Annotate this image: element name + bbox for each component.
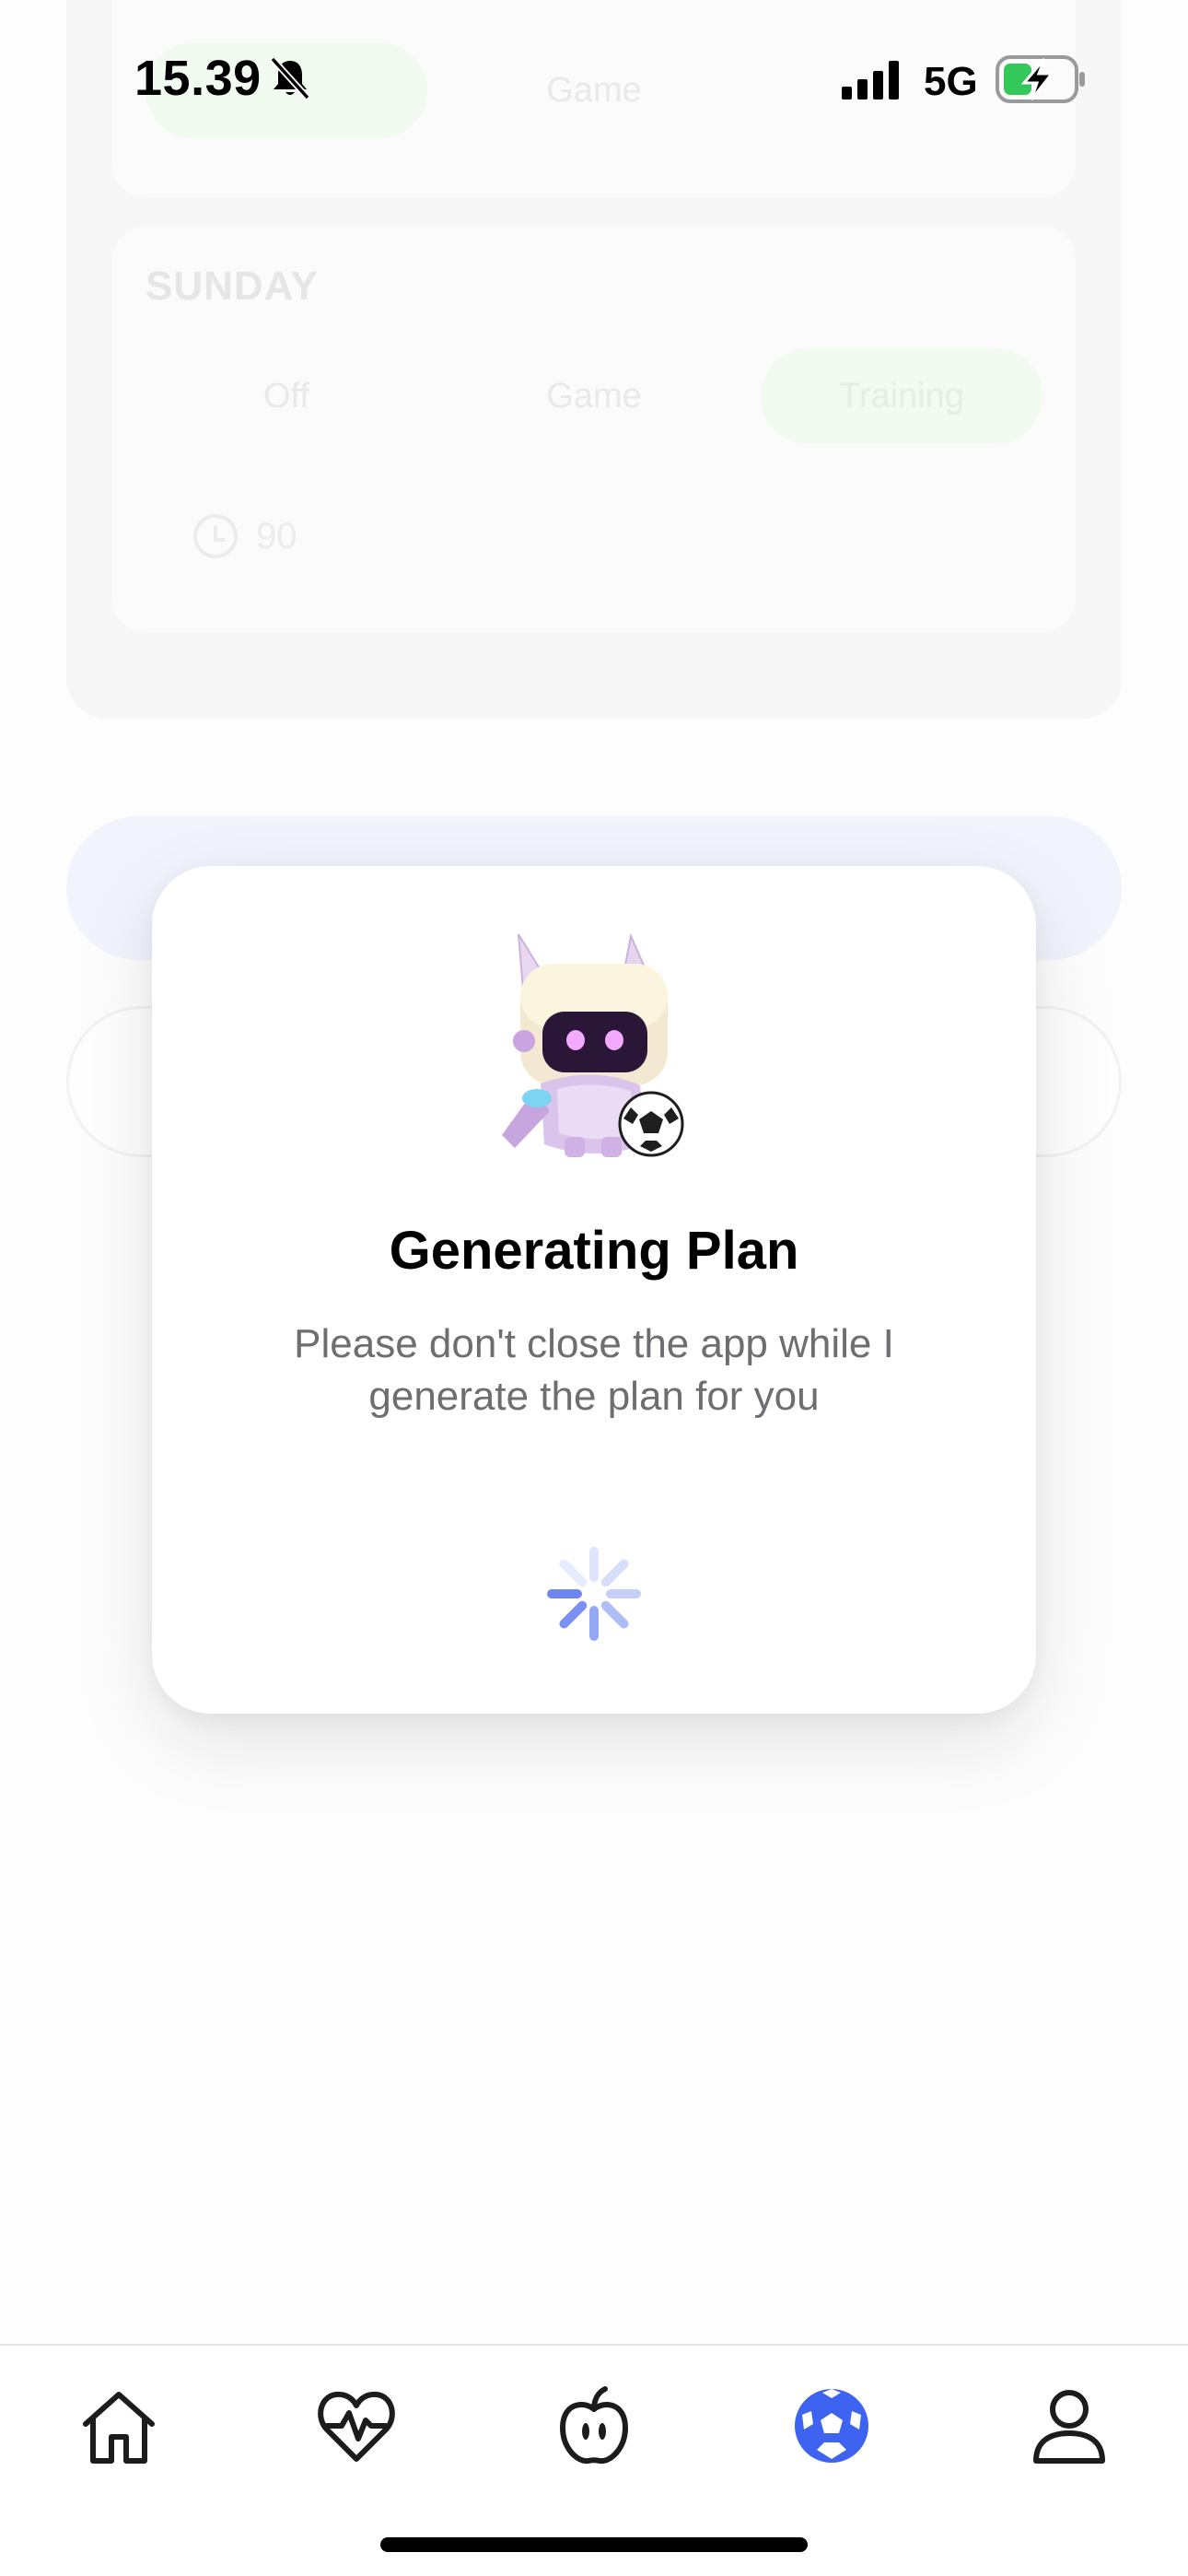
tab-home[interactable]	[59, 2366, 179, 2486]
tab-nutrition[interactable]	[534, 2366, 654, 2486]
generating-plan-dialog: Generating Plan Please don't close the a…	[152, 866, 1036, 1714]
status-time: 15.39	[134, 51, 262, 106]
app-screen: Game SUNDAY Off Game Training 90 15.39 5…	[0, 0, 1188, 2576]
clock-icon	[193, 514, 238, 558]
home-indicator[interactable]	[380, 2537, 808, 2552]
day-label: SUNDAY	[146, 263, 319, 309]
apple-icon	[560, 2386, 628, 2465]
sunday-card: SUNDAY Off Game Training 90	[112, 227, 1076, 632]
profile-icon	[1033, 2390, 1105, 2464]
network-label: 5G	[924, 59, 978, 104]
dialog-message: Please don't close the app while I gener…	[294, 1321, 894, 1419]
tab-health[interactable]	[297, 2366, 416, 2486]
soccer-ball-icon	[795, 2389, 868, 2463]
tab-training[interactable]	[772, 2366, 891, 2486]
signal-bars-icon	[842, 61, 899, 100]
robot-mascot-icon	[502, 932, 684, 1157]
loading-spinner-icon	[547, 1547, 641, 1641]
bell-slash-icon	[270, 56, 310, 100]
option-training[interactable]: Training	[761, 348, 1042, 444]
duration-value[interactable]: 90	[256, 516, 297, 557]
home-icon	[83, 2392, 155, 2464]
dialog-title: Generating Plan	[389, 1221, 799, 1281]
option-game[interactable]: Game	[453, 348, 735, 444]
status-bar: 15.39 5G	[0, 0, 1188, 157]
tab-profile[interactable]	[1009, 2366, 1129, 2486]
heart-pulse-icon	[318, 2391, 395, 2462]
battery-charging-icon	[996, 55, 1085, 103]
option-off[interactable]: Off	[146, 348, 427, 444]
